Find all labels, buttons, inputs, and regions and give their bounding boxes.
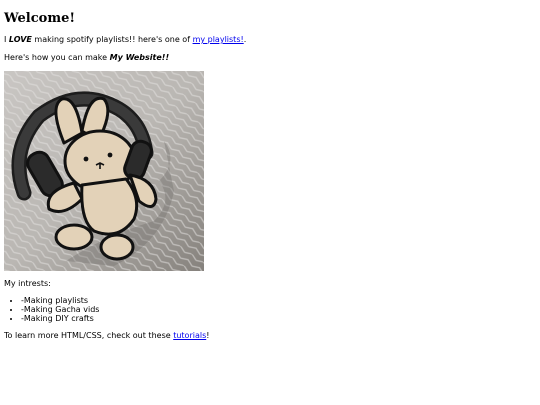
interests-list: -Making playlists -Making Gacha vids -Ma… [4, 296, 536, 324]
playlist-link[interactable]: my playlists! [193, 35, 244, 44]
footer-suffix: ! [206, 331, 210, 341]
tutorials-link[interactable]: tutorials [173, 331, 206, 340]
howto-emphasis: My Website!! [109, 53, 170, 62]
list-item: -Making Gacha vids [21, 305, 536, 315]
howto-paragraph: Here's how you can make My Website!! [4, 53, 536, 63]
footer-paragraph: To learn more HTML/CSS, check out these … [4, 331, 536, 341]
intro-paragraph: I LOVE making spotify playlists!! here's… [4, 35, 536, 45]
howto-prefix: Here's how you can make [4, 53, 110, 62]
intro-emphasis: LOVE [8, 35, 32, 44]
interests-label: My intrests: [4, 279, 51, 288]
intro-middle: making spotify playlists!! here's one of [31, 35, 193, 44]
list-item: -Making DIY crafts [21, 314, 536, 324]
footer-prefix: To learn more HTML/CSS, check out these [4, 331, 174, 341]
bunny-headphones-image [4, 71, 204, 271]
page-title: Welcome! [4, 11, 76, 26]
intro-suffix: . [243, 35, 247, 44]
